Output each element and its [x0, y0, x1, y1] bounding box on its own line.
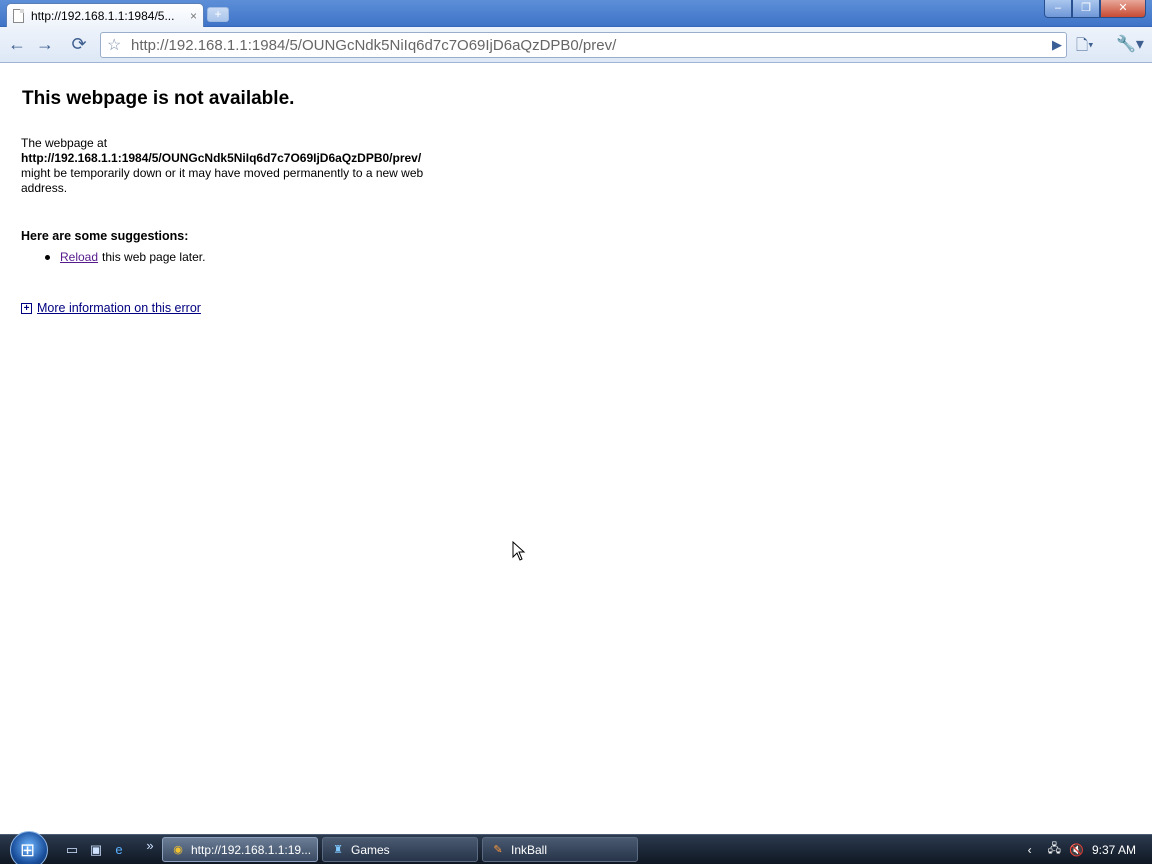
quicklaunch-overflow-icon[interactable]: » [142, 838, 158, 854]
error-body-prefix: The webpage at [21, 136, 108, 150]
suggestions-title: Here are some suggestions: [21, 229, 189, 243]
taskbar-item-inkball[interactable]: ✎ InkBall [482, 837, 638, 862]
reload-link[interactable]: Reload [60, 250, 98, 264]
more-info-link[interactable]: More information on this error [37, 301, 201, 315]
close-window-button[interactable]: ✕ [1100, 0, 1146, 18]
suggestion-item: Reload this web page later. [45, 250, 205, 264]
wrench-menu-button[interactable]: 🔧▾ [1116, 34, 1144, 54]
error-url: http://192.168.1.1:1984/5/OUNGcNdk5NiIq6… [21, 151, 422, 165]
tray-expand-icon[interactable]: ‹ [1028, 843, 1032, 857]
page-menu-button[interactable]: 🗋▾ [1076, 35, 1094, 60]
internet-explorer-icon[interactable]: e [111, 842, 127, 858]
expand-plus-icon[interactable]: + [21, 302, 32, 314]
page-content: This webpage is not available. The webpa… [0, 64, 1152, 834]
taskbar-item-browser[interactable]: ◉ http://192.168.1.1:19... [162, 837, 318, 862]
page-icon [13, 8, 24, 23]
clock[interactable]: 9:37 AM [1092, 843, 1136, 857]
maximize-button[interactable]: ❐ [1072, 0, 1100, 18]
games-icon: ♜ [333, 843, 343, 856]
volume-muted-icon[interactable]: 🔇 [1069, 843, 1084, 857]
minimize-button[interactable]: – [1044, 0, 1072, 18]
back-button[interactable]: ← [4, 33, 30, 57]
browser-toolbar: ← → ⟳ ☆ ▶ 🗋▾ 🔧▾ [0, 27, 1152, 63]
taskbar-item-label: http://192.168.1.1:19... [191, 842, 312, 857]
show-desktop-icon[interactable]: ▭ [64, 842, 80, 858]
window-controls: – ❐ ✕ [1044, 0, 1146, 18]
go-icon[interactable]: ▶ [1052, 37, 1062, 53]
error-title: This webpage is not available. [22, 88, 295, 109]
bullet-icon [45, 254, 50, 260]
reload-button[interactable]: ⟳ [66, 33, 92, 57]
network-icon[interactable]: 🖧 [1048, 839, 1061, 860]
tab-strip: http://192.168.1.1:1984/5... × + – ❐ ✕ [0, 0, 1152, 27]
system-tray: ‹ 🖧 🔇 9:37 AM [1020, 837, 1152, 862]
error-description: The webpage at http://192.168.1.1:1984/5… [21, 136, 471, 196]
tab-title: http://192.168.1.1:1984/5... [31, 8, 175, 23]
taskbar: ⊞ ▭ ▣ e » ◉ http://192.168.1.1:19... ♜ G… [0, 831, 1152, 864]
new-tab-button[interactable]: + [207, 7, 229, 22]
start-button[interactable]: ⊞ [10, 831, 48, 864]
reload-suggestion-text: this web page later. [102, 250, 206, 264]
switch-windows-icon[interactable]: ▣ [88, 842, 104, 858]
tab-current[interactable]: http://192.168.1.1:1984/5... × [6, 3, 204, 27]
address-bar: ☆ ▶ [100, 32, 1067, 58]
taskbar-item-label: InkBall [511, 842, 548, 857]
error-body-suffix: might be temporarily down or it may have… [21, 166, 424, 195]
chrome-icon: ◉ [173, 843, 183, 856]
inkball-icon: ✎ [493, 843, 503, 856]
taskbar-item-games[interactable]: ♜ Games [322, 837, 478, 862]
taskbar-item-label: Games [351, 842, 390, 857]
forward-button[interactable]: → [32, 33, 58, 57]
mouse-cursor-icon [512, 541, 526, 561]
bookmark-star-icon[interactable]: ☆ [107, 35, 121, 55]
tab-close-icon[interactable]: × [190, 9, 197, 23]
url-input[interactable] [131, 33, 1031, 57]
browser-window: http://192.168.1.1:1984/5... × + – ❐ ✕ ←… [0, 0, 1152, 864]
windows-logo-icon: ⊞ [20, 840, 36, 860]
more-info-toggle[interactable]: + More information on this error [21, 301, 201, 315]
